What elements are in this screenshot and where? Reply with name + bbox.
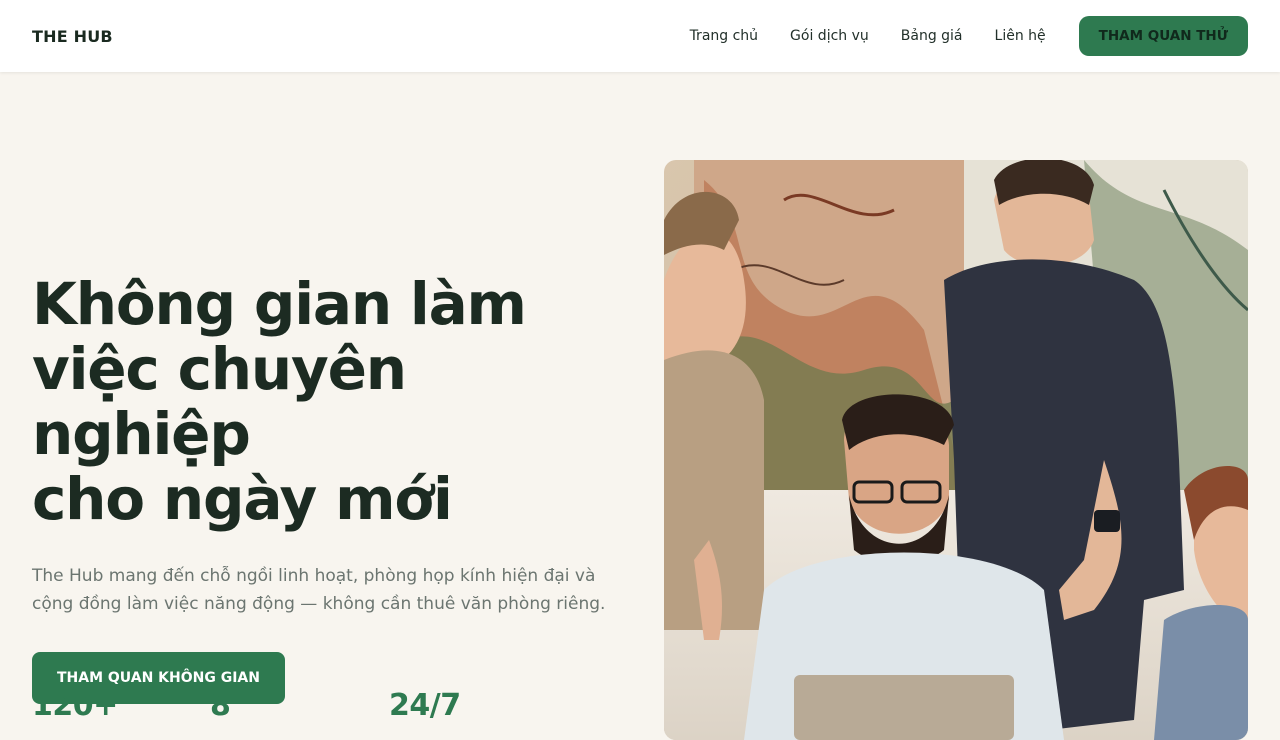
stat-members: 120+: [32, 688, 118, 723]
nav-contact[interactable]: Liên hệ: [995, 28, 1046, 44]
hero-section: Không gian làm việc chuyên nghiệp cho ng…: [32, 272, 632, 704]
top-navbar: THE HUB Trang chủ Gói dịch vụ Bảng giá L…: [0, 0, 1280, 72]
hero-title-line-1: Không gian làm: [32, 270, 527, 338]
stat-hours: 24/7: [389, 688, 461, 723]
hero-subtitle-line-2: cộng đồng làm việc năng động — không cần…: [32, 594, 606, 614]
stats-row: 120+ 8 24/7: [32, 688, 461, 723]
hero-subtitle: The Hub mang đến chỗ ngồi linh hoạt, phò…: [32, 562, 622, 618]
hero-title-line-3: cho ngày mới: [32, 465, 453, 533]
main-nav: Trang chủ Gói dịch vụ Bảng giá Liên hệ T…: [690, 16, 1248, 56]
nav-services[interactable]: Gói dịch vụ: [790, 28, 869, 44]
stat-locations: 8: [210, 688, 231, 723]
hero-subtitle-line-1: The Hub mang đến chỗ ngồi linh hoạt, phò…: [32, 566, 596, 586]
brand-logo[interactable]: THE HUB: [32, 27, 113, 46]
hero-photo: [664, 160, 1248, 740]
trial-visit-button[interactable]: THAM QUAN THỬ: [1078, 16, 1248, 56]
hero-title: Không gian làm việc chuyên nghiệp cho ng…: [32, 272, 632, 532]
nav-pricing[interactable]: Bảng giá: [901, 28, 963, 44]
nav-home[interactable]: Trang chủ: [690, 28, 758, 44]
hero-title-line-2: việc chuyên nghiệp: [32, 335, 407, 468]
team-photo-illustration: [664, 160, 1248, 740]
